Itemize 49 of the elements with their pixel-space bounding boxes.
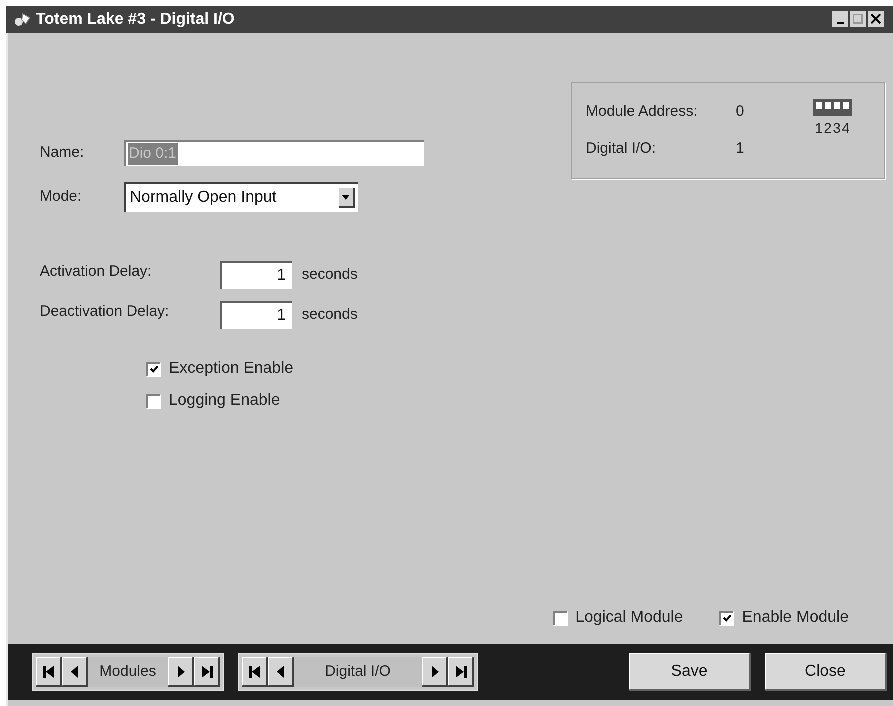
delay-label: Deactivation Delay: [40, 302, 170, 322]
mode-dropdown[interactable]: Normally Open Input [124, 182, 358, 212]
first-arrow-icon [40, 664, 56, 680]
io-value: 1 [736, 138, 744, 158]
name-label: Name: [40, 142, 86, 163]
checkmark-icon [150, 365, 158, 374]
mode-label: Mode: [40, 186, 83, 207]
navigator-label: Modules [88, 657, 168, 687]
switch-number: 1 [814, 119, 824, 138]
checkbox[interactable] [552, 610, 568, 626]
first-arrow-icon [246, 664, 262, 680]
first-button[interactable] [242, 657, 268, 687]
first-button[interactable] [36, 657, 62, 687]
last-button[interactable] [194, 657, 220, 687]
close-button[interactable] [868, 11, 885, 28]
unit-label: seconds [302, 264, 358, 285]
switch-number: 3 [832, 119, 842, 138]
navigator-label: Digital I/O [294, 657, 422, 687]
switch-number: 4 [842, 119, 850, 138]
previous-button[interactable] [268, 657, 294, 687]
unit-label: seconds [302, 304, 358, 325]
checkbox-label: Logging Enable [169, 391, 280, 411]
minimize-button[interactable] [832, 11, 849, 28]
checkbox-label: Enable Module [742, 608, 849, 628]
minimize-icon [836, 22, 844, 24]
last-button[interactable] [448, 657, 474, 687]
maximize-icon [853, 14, 863, 24]
io-label: Digital I/O: [586, 138, 658, 158]
address-label: Module Address: [586, 102, 699, 122]
delay-label: Activation Delay: [40, 262, 153, 282]
delay-field[interactable]: 1 [220, 261, 292, 289]
maximize-button[interactable] [850, 11, 867, 28]
next-button[interactable] [168, 657, 194, 687]
delay-field[interactable]: 1 [220, 301, 292, 329]
close-button[interactable]: Close [765, 653, 887, 691]
checkbox[interactable] [146, 362, 161, 376]
close-icon [871, 14, 881, 24]
app-icon [14, 12, 32, 28]
next-button[interactable] [422, 657, 448, 687]
checkbox-label: Exception Enable [169, 359, 294, 379]
window-title: Totem Lake #3 - Digital I/O [36, 10, 235, 30]
checkbox[interactable] [719, 610, 734, 626]
checkbox[interactable] [146, 394, 161, 408]
checkmark-icon [722, 614, 732, 623]
address-value: 0 [736, 102, 744, 122]
save-button[interactable]: Save [629, 653, 751, 691]
previous-button[interactable] [62, 657, 88, 687]
checkbox-label: Logical Module [576, 608, 684, 628]
switch-number: 2 [824, 119, 832, 138]
